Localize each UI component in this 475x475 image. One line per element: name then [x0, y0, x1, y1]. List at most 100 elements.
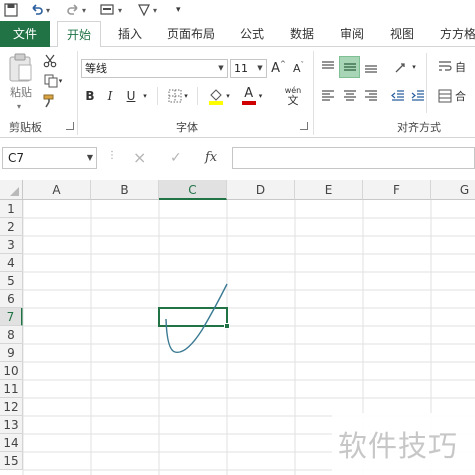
chevron-down-icon: ▼: [257, 64, 263, 72]
chevron-down-icon: ▾: [118, 5, 123, 15]
borders-button[interactable]: ▾: [164, 87, 192, 105]
font-color-letter: A: [244, 86, 254, 101]
shrink-font-button[interactable]: Aˇ: [291, 59, 306, 78]
grow-font-button[interactable]: A ^: [271, 59, 286, 78]
chevron-down-icon: ▼: [218, 64, 224, 72]
align-right-button[interactable]: [361, 87, 381, 105]
group-divider: [313, 51, 314, 135]
caret-down-icon: ˇ: [300, 60, 305, 69]
underline-button[interactable]: U: [124, 87, 138, 105]
chevron-down-icon: ▾: [226, 92, 230, 100]
cancel-button[interactable]: ×: [133, 148, 146, 168]
tab-view[interactable]: 视图: [382, 21, 422, 47]
redo-icon: [67, 4, 78, 15]
merge-cells-icon: [438, 89, 452, 103]
enter-button[interactable]: ✓: [170, 148, 182, 168]
phonetic-bottom: 文: [287, 93, 299, 107]
bold-button[interactable]: B: [83, 87, 97, 105]
increase-indent-icon: [411, 90, 424, 101]
undo-icon: [32, 4, 43, 15]
tab-file[interactable]: 文件: [0, 21, 50, 47]
tab-home[interactable]: 开始: [57, 21, 101, 48]
orientation-button[interactable]: ▾: [390, 57, 420, 77]
copy-button[interactable]: ▾: [41, 73, 65, 89]
cut-button[interactable]: [41, 53, 59, 69]
tab-formulas[interactable]: 公式: [230, 21, 274, 47]
font-launcher-icon[interactable]: [300, 122, 308, 130]
align-left-button[interactable]: [318, 87, 338, 105]
chevron-down-icon: ▾: [82, 5, 87, 15]
font-color-button[interactable]: A ▾: [237, 85, 267, 107]
align-top-icon: [322, 61, 334, 69]
fill-color-button[interactable]: ▾: [204, 85, 234, 107]
paste-label: 粘贴: [10, 86, 32, 99]
fill-handle[interactable]: [224, 323, 230, 329]
chevron-down-icon: ▼: [86, 153, 93, 162]
formula-bar: C7 ▼ ⋮ × ✓ fx: [0, 138, 475, 180]
wrap-text-button[interactable]: 自: [438, 58, 475, 76]
paste-button[interactable]: [5, 52, 35, 84]
wrap-text-label: 自: [455, 61, 466, 74]
divider: [157, 87, 158, 105]
tab-page-layout[interactable]: 页面布局: [160, 21, 222, 47]
tab-data[interactable]: 数据: [282, 21, 322, 47]
shape-button[interactable]: ▾: [137, 1, 157, 19]
insert-function-button[interactable]: fx: [205, 148, 217, 168]
phonetic-guide-button[interactable]: wén 文: [278, 84, 308, 108]
tab-addin[interactable]: 方方格: [432, 21, 475, 47]
increase-indent-button[interactable]: [409, 87, 427, 105]
chevron-down-icon: ▾: [258, 92, 263, 100]
chevron-down-icon: ▾: [412, 63, 416, 71]
chevron-down-icon: ▾: [184, 92, 188, 100]
chevron-down-icon[interactable]: ▾: [9, 101, 29, 111]
merge-center-button[interactable]: 合: [438, 87, 475, 105]
clipboard-icon: [9, 53, 32, 82]
font-color-swatch: [241, 101, 256, 105]
decrease-indent-button[interactable]: [389, 87, 407, 105]
copy-icon: [44, 74, 58, 88]
drag-handle-icon[interactable]: ⋮: [107, 150, 117, 161]
name-box[interactable]: C7 ▼: [2, 147, 97, 169]
align-bottom-icon: [365, 65, 377, 73]
tab-review[interactable]: 审阅: [332, 21, 372, 47]
shape-icon: [138, 4, 150, 17]
chevron-down-icon: ▾: [46, 5, 51, 15]
align-center-button[interactable]: [340, 87, 360, 105]
font-size-select[interactable]: 11 ▼: [230, 59, 267, 78]
align-middle-icon: [343, 63, 356, 71]
customize-qat-button[interactable]: ▾: [176, 1, 181, 19]
undo-button[interactable]: ▾: [30, 1, 50, 19]
group-divider: [77, 51, 78, 135]
tab-insert[interactable]: 插入: [110, 21, 150, 47]
format-painter-qat-button[interactable]: ▾: [100, 1, 122, 19]
ribbon-home: 粘贴 ▾ ▾ 剪贴板 等线 ▼ 11 ▼ A ^ Aˇ B I U ▾ ▾ ▾ A: [0, 47, 475, 138]
shrink-font-letter: A: [292, 62, 301, 75]
clipboard-launcher-icon[interactable]: [66, 122, 74, 130]
format-painter-button[interactable]: [41, 93, 59, 109]
chevron-down-icon: ▾: [176, 5, 181, 15]
align-top-button[interactable]: [318, 57, 338, 77]
name-box-value: C7: [8, 151, 25, 165]
align-right-icon: [365, 90, 377, 101]
paintbrush-icon: [43, 94, 54, 108]
font-group-label: 字体: [176, 121, 198, 134]
ribbon-tabs: 文件 开始 插入 页面布局 公式 数据 审阅 视图 方方格: [0, 21, 475, 48]
chevron-down-icon[interactable]: ▾: [140, 87, 150, 105]
align-bottom-button[interactable]: [361, 57, 381, 77]
formula-input[interactable]: [232, 147, 475, 169]
font-name-value: 等线: [85, 62, 107, 75]
alignment-group-label: 对齐方式: [397, 121, 441, 134]
align-middle-button[interactable]: [339, 56, 360, 78]
borders-icon: [168, 89, 182, 103]
font-name-select[interactable]: 等线 ▼: [81, 59, 228, 78]
divider: [197, 87, 198, 105]
caret-up-icon: ^: [280, 59, 286, 68]
save-button[interactable]: [4, 1, 18, 19]
active-cell-selection[interactable]: [158, 307, 228, 327]
watermark-text: 软件技巧: [338, 429, 459, 463]
redo-button[interactable]: ▾: [66, 1, 86, 19]
wrap-text-icon: [439, 61, 452, 71]
text-orientation-icon: [395, 63, 405, 73]
italic-button[interactable]: I: [103, 87, 117, 105]
watermark: 软件技巧: [332, 413, 475, 475]
